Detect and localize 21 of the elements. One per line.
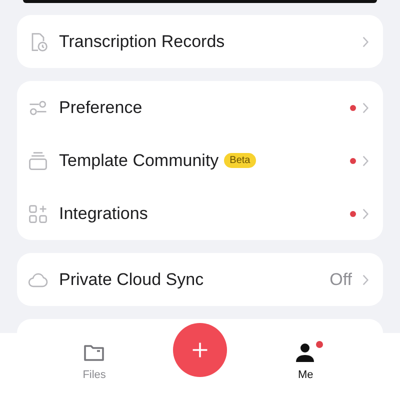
chevron-icon [362,208,369,220]
settings-row[interactable]: Transcription Records [17,15,383,68]
settings-row[interactable]: Private Cloud Sync Off [17,253,383,306]
tab[interactable]: Me [276,333,336,381]
settings-row[interactable]: Preference [17,81,383,134]
template-icon [27,150,49,172]
settings-row[interactable]: Template Community Beta [17,134,383,187]
chevron-icon [362,36,369,48]
chevron-icon [362,102,369,114]
plus-icon [190,341,209,359]
row-label: Preference [59,98,142,118]
chevron-icon [362,154,369,166]
integrations-icon [27,202,49,224]
chevron-icon [362,274,369,286]
row-label: Private Cloud Sync [59,270,204,290]
settings-row[interactable]: Integrations [17,187,383,240]
row-label: Template Community [59,150,219,170]
row-label: Transcription Records [59,32,225,52]
beta-badge: Beta [224,153,256,168]
row-label: Integrations [59,204,148,224]
row-value: Off [330,270,352,290]
